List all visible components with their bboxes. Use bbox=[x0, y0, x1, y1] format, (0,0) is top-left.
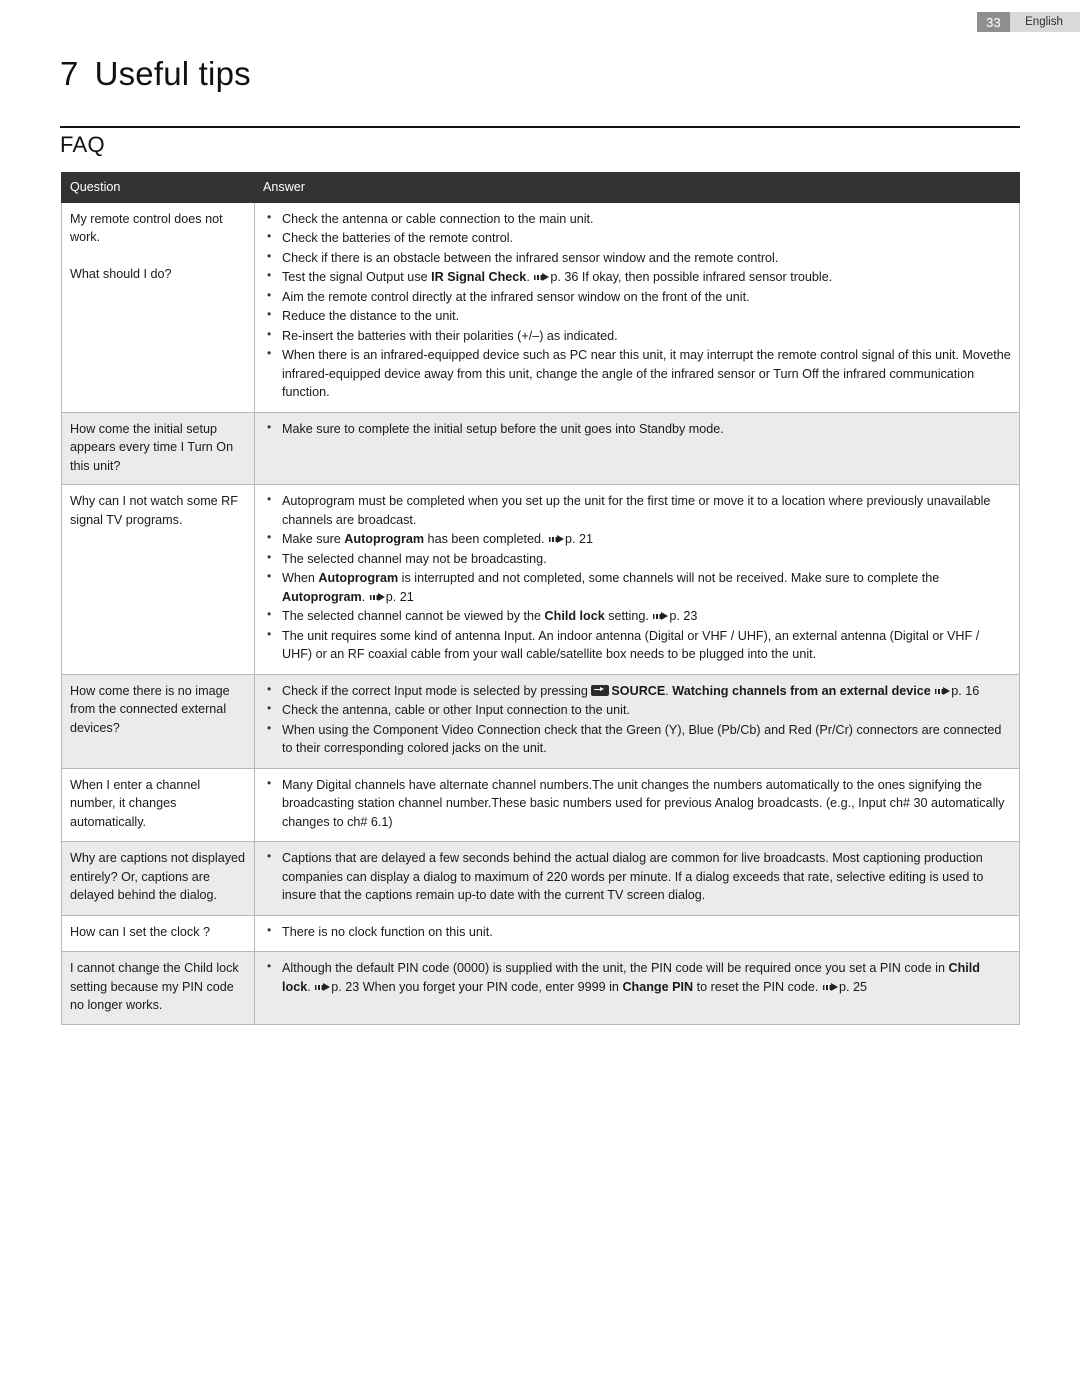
list-item: Check the antenna, cable or other Input … bbox=[261, 700, 1011, 720]
page-ref-arrow-icon bbox=[653, 612, 669, 621]
question-cell: When I enter a channel number, it change… bbox=[61, 767, 255, 842]
list-item: Make sure to complete the initial setup … bbox=[261, 419, 1011, 439]
table-row: I cannot change the Child lock setting b… bbox=[61, 951, 1020, 1025]
list-item: There is no clock function on this unit. bbox=[261, 922, 1011, 942]
list-item: Aim the remote control directly at the i… bbox=[261, 287, 1011, 307]
language-label: English bbox=[1010, 12, 1080, 32]
question-cell: Why can I not watch some RF signal TV pr… bbox=[61, 484, 255, 675]
source-icon bbox=[591, 684, 610, 696]
answer-cell: Check if the correct Input mode is selec… bbox=[254, 673, 1020, 769]
page-ref-arrow-icon bbox=[369, 592, 385, 602]
page-ref-arrow-icon bbox=[315, 982, 331, 992]
table-row: When I enter a channel number, it change… bbox=[61, 767, 1020, 842]
list-item: Check the batteries of the remote contro… bbox=[261, 228, 1011, 248]
list-item: Reduce the distance to the unit. bbox=[261, 306, 1011, 326]
list-item: Although the default PIN code (0000) is … bbox=[261, 958, 1011, 996]
list-item: Captions that are delayed a few seconds … bbox=[261, 848, 1011, 905]
page-ref-arrow-icon bbox=[534, 273, 550, 282]
table-row: Why can I not watch some RF signal TV pr… bbox=[61, 484, 1020, 675]
list-item: Test the signal Output use IR Signal Che… bbox=[261, 267, 1011, 287]
table-row: How come the initial setup appears every… bbox=[61, 411, 1020, 485]
faq-table: Question Answer My remote control does n… bbox=[61, 172, 1020, 1025]
question-cell: How can I set the clock ? bbox=[61, 914, 255, 952]
page-header: 33 English bbox=[977, 12, 1080, 32]
question-cell: I cannot change the Child lock setting b… bbox=[61, 951, 255, 1025]
table-row: Why are captions not displayed entirely?… bbox=[61, 841, 1020, 916]
list-item: When Autoprogram is interrupted and not … bbox=[261, 568, 1011, 606]
answer-cell: Check the antenna or cable connection to… bbox=[254, 201, 1020, 413]
list-item: When using the Component Video Connectio… bbox=[261, 720, 1011, 758]
list-item: Make sure Autoprogram has been completed… bbox=[261, 529, 1011, 549]
answer-cell: Make sure to complete the initial setup … bbox=[254, 411, 1020, 485]
page-ref-arrow-icon bbox=[935, 686, 951, 696]
page-number: 33 bbox=[977, 12, 1010, 32]
column-header-answer: Answer bbox=[254, 172, 1020, 203]
chapter-title-text: Useful tips bbox=[94, 55, 251, 92]
list-item: Check if there is an obstacle between th… bbox=[261, 248, 1011, 268]
page-ref-arrow-icon bbox=[548, 535, 564, 544]
column-header-question: Question bbox=[61, 172, 255, 203]
title-divider bbox=[60, 126, 1020, 128]
question-cell: Why are captions not displayed entirely?… bbox=[61, 841, 255, 916]
chapter-number: 7 bbox=[60, 55, 79, 92]
list-item: Check the antenna or cable connection to… bbox=[261, 209, 1011, 229]
list-item: The selected channel cannot be viewed by… bbox=[261, 606, 1011, 626]
list-item: Autoprogram must be completed when you s… bbox=[261, 491, 1011, 529]
answer-cell: Many Digital channels have alternate cha… bbox=[254, 767, 1020, 842]
document-page: 33 English 7 Useful tips FAQ Question Ans… bbox=[0, 0, 1080, 1397]
section-title: FAQ bbox=[60, 132, 105, 157]
table-header-row: Question Answer bbox=[61, 172, 1020, 203]
page-ref-arrow-icon bbox=[822, 982, 838, 992]
question-cell: How come the initial setup appears every… bbox=[61, 411, 255, 485]
question-cell: How come there is no image from the conn… bbox=[61, 673, 255, 769]
table-row: How can I set the clock ? There is no cl… bbox=[61, 914, 1020, 952]
page-title: 7 Useful tips bbox=[60, 55, 251, 93]
answer-cell: Autoprogram must be completed when you s… bbox=[254, 484, 1020, 675]
answer-cell: There is no clock function on this unit. bbox=[254, 914, 1020, 952]
list-item: The selected channel may not be broadcas… bbox=[261, 549, 1011, 569]
list-item: Re-insert the batteries with their polar… bbox=[261, 326, 1011, 346]
answer-cell: Captions that are delayed a few seconds … bbox=[254, 841, 1020, 916]
answer-cell: Although the default PIN code (0000) is … bbox=[254, 951, 1020, 1025]
question-cell: My remote control does not work. What sho… bbox=[61, 201, 255, 413]
table-row: My remote control does not work. What sho… bbox=[61, 201, 1020, 413]
list-item: Many Digital channels have alternate cha… bbox=[261, 775, 1011, 832]
list-item: Check if the correct Input mode is selec… bbox=[261, 681, 1011, 701]
list-item: The unit requires some kind of antenna I… bbox=[261, 626, 1011, 664]
list-item: When there is an infrared-equipped devic… bbox=[261, 345, 1011, 402]
table-row: How come there is no image from the conn… bbox=[61, 673, 1020, 769]
